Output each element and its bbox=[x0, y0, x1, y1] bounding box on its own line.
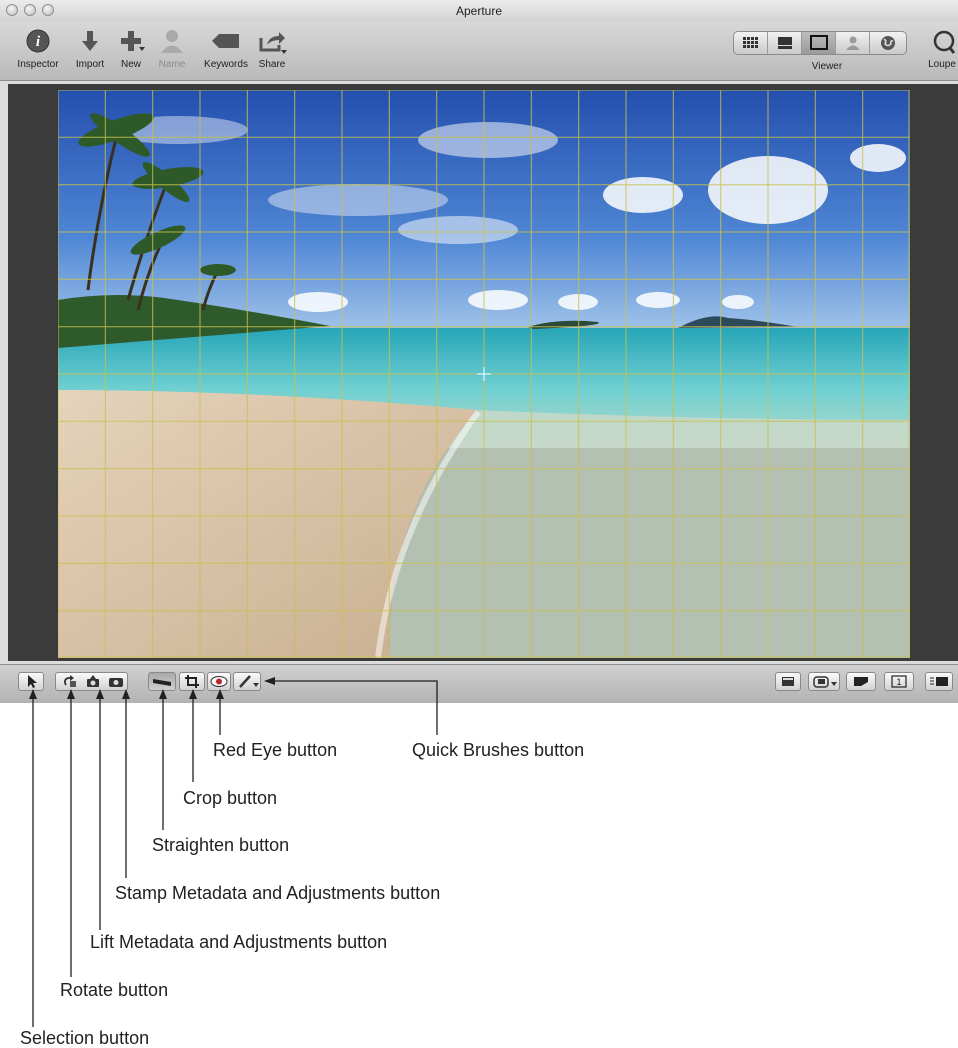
callout-lift: Lift Metadata and Adjustments button bbox=[90, 932, 388, 952]
callout-crop: Crop button bbox=[183, 788, 278, 808]
callout-red-eye: Red Eye button bbox=[213, 740, 338, 760]
callout-selection: Selection button bbox=[20, 1028, 150, 1048]
callout-straighten: Straighten button bbox=[152, 835, 290, 855]
callout-quick-brushes: Quick Brushes button bbox=[412, 740, 585, 760]
callout-rotate: Rotate button bbox=[60, 980, 169, 1000]
callout-stamp: Stamp Metadata and Adjustments button bbox=[115, 883, 441, 903]
